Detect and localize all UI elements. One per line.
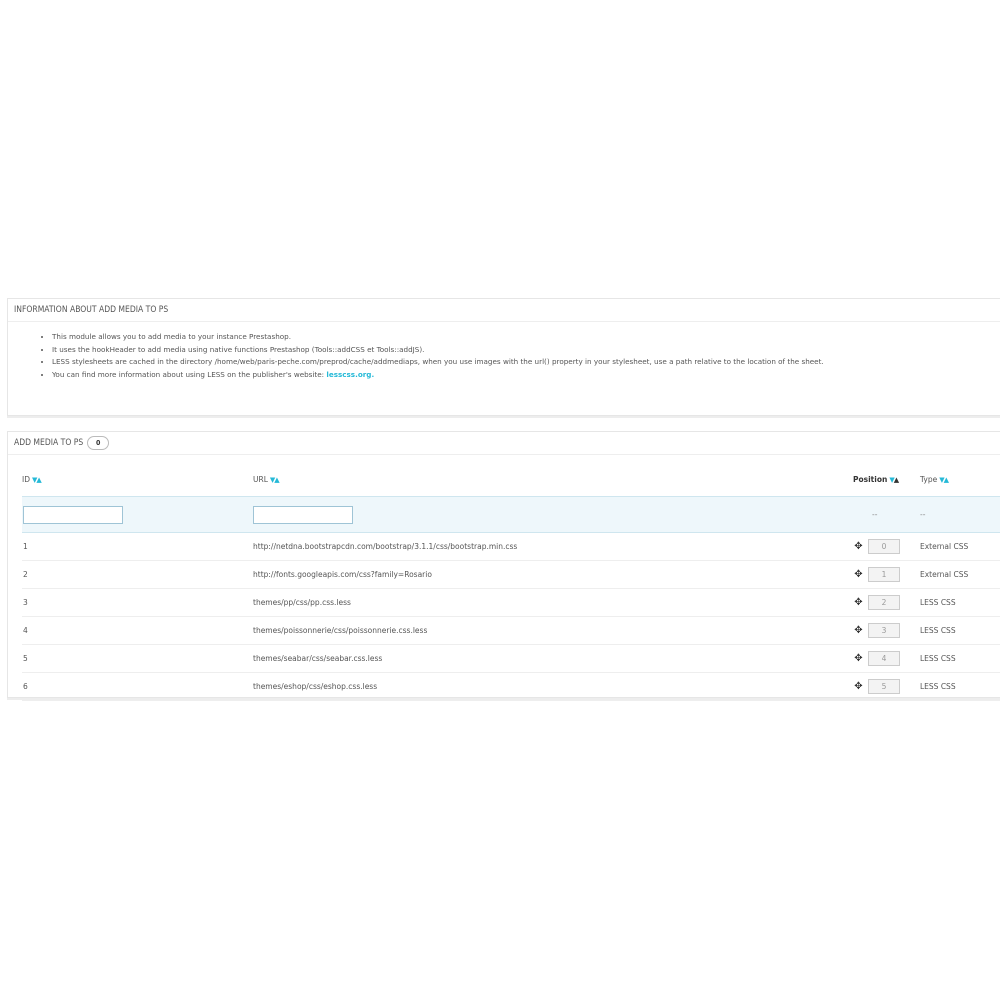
drag-move-icon[interactable]: ✥ [853, 541, 864, 552]
media-table: ID ▼▲ URL ▼▲ Position ▼▲ Type ▼▲ -- -- 1 htt… [22, 462, 1000, 701]
cell-id: 4 [22, 616, 252, 645]
info-panel-title: INFORMATION ABOUT ADD MEDIA TO PS [8, 299, 1000, 322]
filter-cell-url [252, 496, 852, 533]
count-badge: 0 [87, 435, 110, 450]
cell-url: http://fonts.googleapis.com/css?family=R… [252, 560, 852, 589]
sort-arrows-icon[interactable]: ▼▲ [270, 476, 280, 484]
cell-type: LESS CSS [919, 672, 1000, 701]
sort-arrows-icon[interactable]: ▼▲ [32, 476, 42, 484]
cell-position: ✥ 3 [852, 616, 919, 645]
cell-type: External CSS [919, 560, 1000, 589]
filter-position-placeholder: -- [872, 510, 878, 519]
col-header-type: Type ▼▲ [919, 462, 1000, 497]
cell-url: themes/seabar/css/seabar.css.less [252, 644, 852, 673]
header-row: ID ▼▲ URL ▼▲ Position ▼▲ Type ▼▲ [22, 462, 1000, 497]
cell-id: 1 [22, 532, 252, 561]
cell-position: ✥ 1 [852, 560, 919, 589]
cell-type: LESS CSS [919, 588, 1000, 617]
col-position-label: Position [853, 474, 888, 484]
position-value: 0 [868, 539, 900, 554]
cell-id: 3 [22, 588, 252, 617]
drag-move-icon[interactable]: ✥ [853, 653, 864, 664]
info-item: This module allows you to add media to y… [52, 331, 1000, 344]
position-value: 3 [868, 623, 900, 638]
col-header-position: Position ▼▲ [852, 462, 919, 497]
position-value: 4 [868, 651, 900, 666]
table-row[interactable]: 3 themes/pp/css/pp.css.less ✥ 2 LESS CSS [22, 588, 1000, 617]
filter-cell-id [22, 496, 252, 533]
drag-move-icon[interactable]: ✥ [853, 681, 864, 692]
position-value: 2 [868, 595, 900, 610]
table-row[interactable]: 5 themes/seabar/css/seabar.css.less ✥ 4 L… [22, 644, 1000, 673]
info-list: This module allows you to add media to y… [8, 331, 1000, 381]
drag-move-icon[interactable]: ✥ [853, 597, 864, 608]
sort-arrows-icon[interactable]: ▼▲ [889, 476, 899, 484]
filter-id-input[interactable] [23, 505, 123, 524]
position-value: 1 [868, 567, 900, 582]
cell-url: http://netdna.bootstrapcdn.com/bootstrap… [252, 532, 852, 561]
cell-position: ✥ 0 [852, 532, 919, 561]
media-panel-heading: ADD MEDIA TO PS 0 [8, 432, 1000, 455]
info-item: You can find more information about usin… [52, 369, 1000, 382]
cell-url: themes/eshop/css/eshop.css.less [252, 672, 852, 701]
filter-type-placeholder: -- [920, 510, 926, 519]
cell-url: themes/pp/css/pp.css.less [252, 588, 852, 617]
table-row[interactable]: 1 http://netdna.bootstrapcdn.com/bootstr… [22, 532, 1000, 561]
info-panel: INFORMATION ABOUT ADD MEDIA TO PS This m… [7, 298, 1000, 416]
col-header-url: URL ▼▲ [252, 462, 852, 497]
cell-url: themes/poissonnerie/css/poissonnerie.css… [252, 616, 852, 645]
lesscss-link[interactable]: lesscss.org. [326, 370, 374, 379]
cell-id: 5 [22, 644, 252, 673]
col-id-label: ID [22, 474, 30, 484]
table-row[interactable]: 6 themes/eshop/css/eshop.css.less ✥ 5 LES… [22, 672, 1000, 701]
table-row[interactable]: 2 http://fonts.googleapis.com/css?family… [22, 560, 1000, 589]
col-header-id: ID ▼▲ [22, 462, 252, 497]
cell-type: External CSS [919, 532, 1000, 561]
table-row[interactable]: 4 themes/poissonnerie/css/poissonnerie.c… [22, 616, 1000, 645]
cell-position: ✥ 5 [852, 672, 919, 701]
cell-position: ✥ 2 [852, 588, 919, 617]
drag-move-icon[interactable]: ✥ [853, 569, 864, 580]
filter-cell-position: -- [852, 496, 919, 533]
cell-type: LESS CSS [919, 616, 1000, 645]
cell-id: 2 [22, 560, 252, 589]
media-panel: ADD MEDIA TO PS 0 ID ▼▲ URL ▼▲ Position ▼▲ T… [7, 431, 1000, 701]
sort-arrows-icon[interactable]: ▼▲ [939, 476, 949, 484]
col-url-label: URL [253, 474, 268, 484]
cell-type: LESS CSS [919, 644, 1000, 673]
info-item: It uses the hookHeader to add media usin… [52, 344, 1000, 357]
cell-id: 6 [22, 672, 252, 701]
media-panel-title: ADD MEDIA TO PS [14, 438, 84, 448]
cell-position: ✥ 4 [852, 644, 919, 673]
info-item-text: You can find more information about usin… [52, 369, 327, 379]
drag-move-icon[interactable]: ✥ [853, 625, 864, 636]
position-value: 5 [868, 679, 900, 694]
info-item: LESS stylesheets are cached in the direc… [52, 356, 1000, 369]
filter-cell-type: -- [919, 496, 1000, 533]
filter-url-input[interactable] [253, 505, 353, 524]
col-type-label: Type [920, 474, 938, 484]
filter-row: -- -- [22, 496, 1000, 533]
